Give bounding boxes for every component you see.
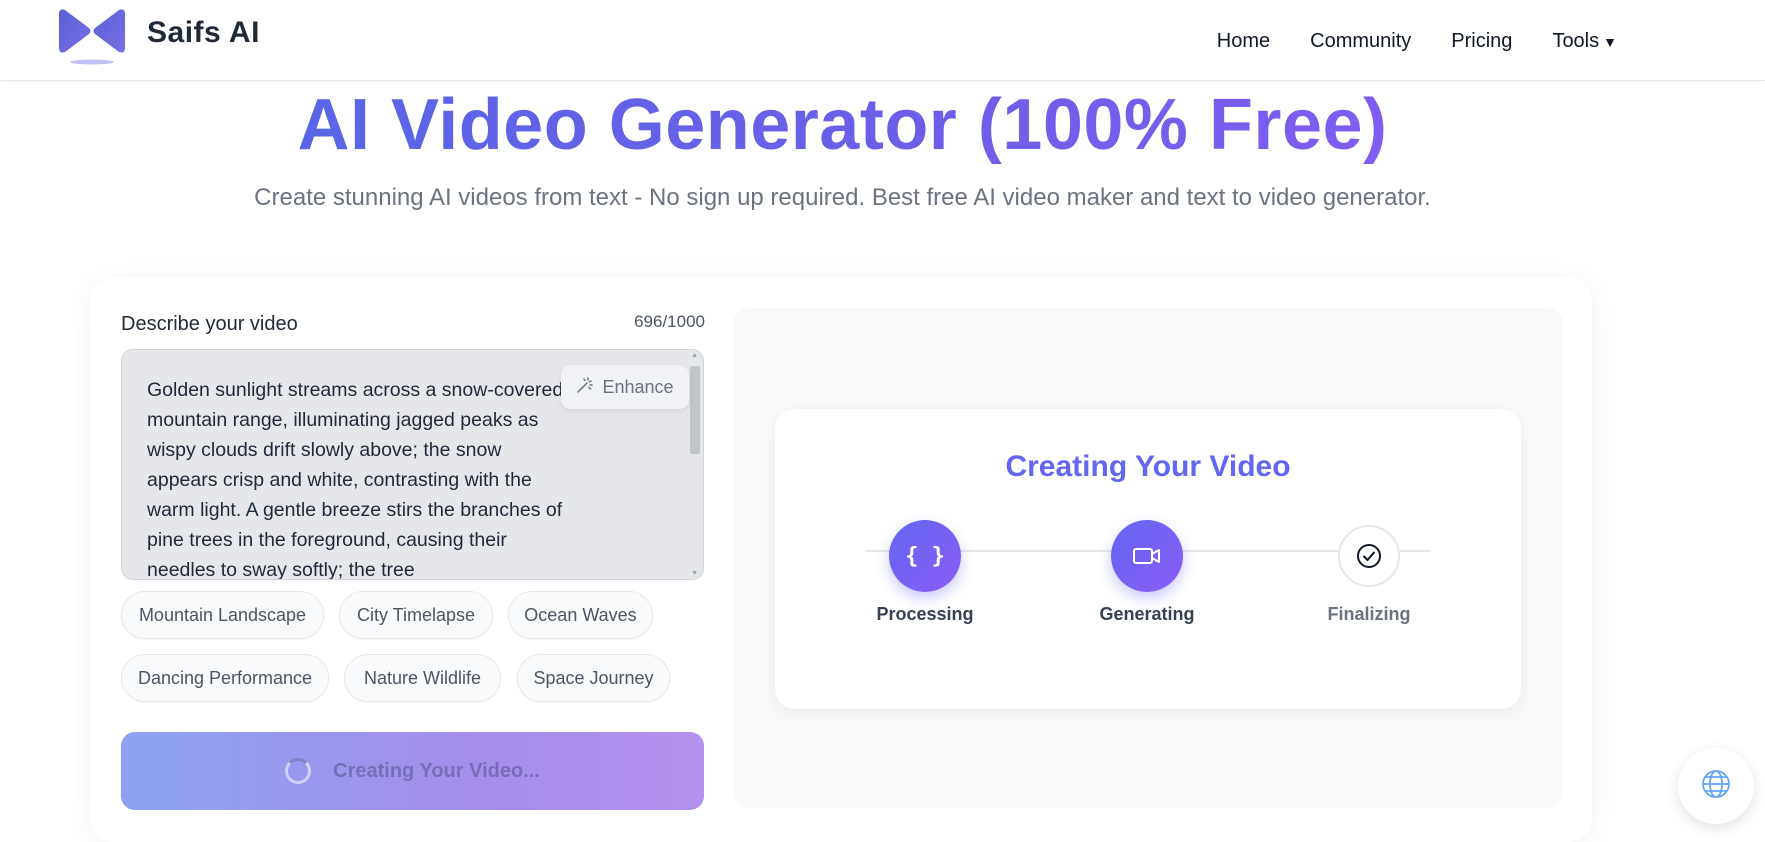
nav-community[interactable]: Community xyxy=(1310,30,1411,53)
char-counter: 696/1000 xyxy=(634,312,705,331)
chip-city-timelapse[interactable]: City Timelapse xyxy=(339,591,493,639)
scrollbar-thumb[interactable] xyxy=(690,366,700,454)
progress-title: Creating Your Video xyxy=(1005,450,1291,483)
create-video-button[interactable]: Creating Your Video... xyxy=(121,732,704,810)
step-label-processing: Processing xyxy=(876,604,974,624)
enhance-button[interactable]: Enhance xyxy=(561,365,689,409)
nav-tools[interactable]: Tools ▼ xyxy=(1552,30,1617,53)
chip-ocean-waves[interactable]: Ocean Waves xyxy=(508,591,653,639)
create-video-label: Creating Your Video... xyxy=(333,759,540,782)
caret-down-icon: ▼ xyxy=(1603,34,1617,50)
prompt-label: Describe your video xyxy=(121,313,298,335)
magic-wand-icon xyxy=(576,376,594,399)
nav-home[interactable]: Home xyxy=(1217,30,1270,53)
logo-icon xyxy=(55,6,129,66)
step-label-generating: Generating xyxy=(1099,604,1195,624)
chip-nature-wildlife[interactable]: Nature Wildlife xyxy=(344,654,501,702)
video-camera-icon xyxy=(1111,520,1183,592)
scroll-up-icon[interactable]: ▲ xyxy=(691,352,698,359)
check-circle-icon xyxy=(1338,525,1400,587)
prompt-text: Golden sunlight streams across a snow-co… xyxy=(147,379,564,580)
chip-space-journey[interactable]: Space Journey xyxy=(517,654,670,702)
chip-dancing-performance[interactable]: Dancing Performance xyxy=(121,654,329,702)
main-nav: Home Community Pricing Tools ▼ xyxy=(1217,30,1617,53)
step-label-finalizing: Finalizing xyxy=(1327,604,1411,624)
spinner-icon xyxy=(285,758,312,784)
brand-logo[interactable]: Saifs AI xyxy=(55,6,260,66)
language-button[interactable] xyxy=(1678,748,1754,824)
brand-name: Saifs AI xyxy=(147,16,260,49)
enhance-label: Enhance xyxy=(602,376,674,397)
chip-mountain-landscape[interactable]: Mountain Landscape xyxy=(121,591,324,639)
nav-pricing[interactable]: Pricing xyxy=(1451,30,1512,53)
page-subtitle: Create stunning AI videos from text - No… xyxy=(254,184,1431,211)
site-header: Saifs AI Home Community Pricing Tools ▼ xyxy=(0,0,1765,81)
globe-icon xyxy=(1700,768,1732,805)
page-title: AI Video Generator (100% Free) xyxy=(0,84,1685,166)
nav-tools-label: Tools xyxy=(1552,30,1600,52)
code-braces-icon: { } xyxy=(889,520,961,592)
scroll-down-icon[interactable]: ▼ xyxy=(691,570,698,577)
